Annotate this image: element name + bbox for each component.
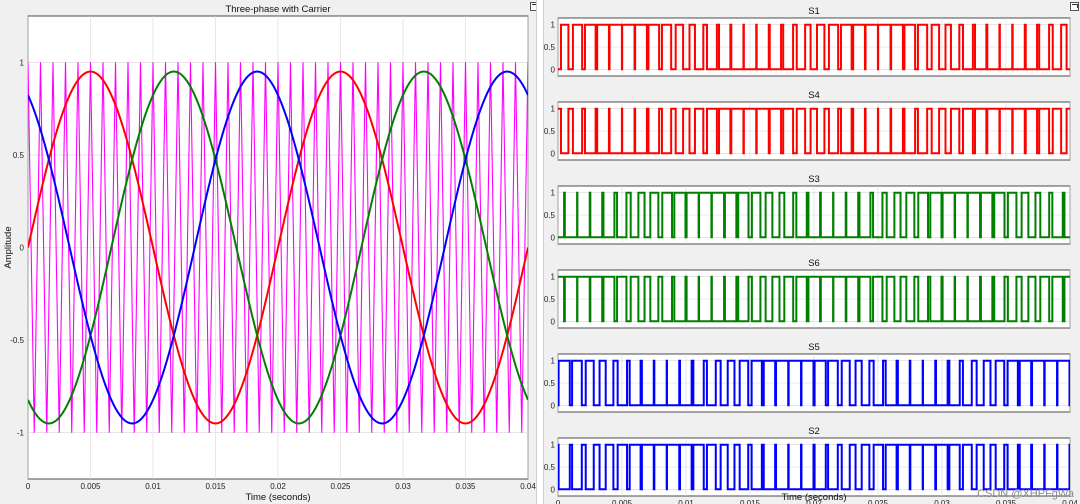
y-tick-label: 1	[551, 441, 556, 450]
gate-signals-chart: S1 0 0.5 1 S4 0 0.5 1 S3 0 0.5 1 S6 0 0.5 1 S5 0 0.5 1 S2 0 0.…	[544, 6, 1078, 504]
x-tick-label: 0.02	[270, 482, 286, 491]
three-phase-chart: Three-phase with Carrier 0 0.005 0.01 0.015 0…	[3, 4, 536, 503]
y-axis-label: Amplitude	[3, 226, 14, 268]
subplot-title: S4	[808, 90, 820, 101]
x-tick-label: 0.03	[395, 482, 411, 491]
x-tick-label: 0.01	[145, 482, 161, 491]
x-axis-label: Time (seconds)	[781, 492, 846, 503]
x-tick-label: 0.005	[80, 482, 101, 491]
y-tick-label: 0	[551, 401, 556, 410]
y-tick-label: 1	[20, 58, 25, 67]
y-tick-label: 0	[551, 233, 556, 242]
x-tick-label: 0.025	[868, 499, 889, 504]
y-tick-label: 0	[551, 149, 556, 158]
three-phase-scope-panel: Three-phase with Carrier 0 0.005 0.01 0.015 0…	[0, 0, 539, 504]
y-tick-label: 1	[551, 189, 556, 198]
y-tick-label: 0	[551, 317, 556, 326]
x-tick-label: 0.015	[740, 499, 761, 504]
x-tick-label: 0.005	[612, 499, 633, 504]
watermark-text: CSDN @XHPFgWa	[977, 488, 1074, 500]
undock-icon[interactable]	[1070, 2, 1079, 11]
x-tick-label: 0	[26, 482, 31, 491]
y-tick-label: 1	[551, 21, 556, 30]
x-axis-label: Time (seconds)	[245, 492, 310, 503]
subplot-title: S2	[808, 426, 820, 437]
chart-title: Three-phase with Carrier	[225, 4, 330, 15]
subplot-title: S1	[808, 6, 820, 17]
y-tick-label: 0.5	[544, 43, 556, 52]
y-tick-label: 0	[551, 485, 556, 494]
y-tick-label: -1	[17, 429, 25, 438]
subplot-title: S6	[808, 258, 820, 269]
y-tick-label: -0.5	[10, 336, 24, 345]
y-tick-label: 0.5	[544, 295, 556, 304]
x-tick-label: 0.01	[678, 499, 694, 504]
y-tick-label: 1	[551, 357, 556, 366]
gate-signals-scope-panel: S1 0 0.5 1 S4 0 0.5 1 S3 0 0.5 1 S6 0 0.5 1 S5 0 0.5 1 S2 0 0.…	[544, 0, 1080, 504]
scope-window: Three-phase with Carrier 0 0.005 0.01 0.015 0…	[0, 0, 1080, 504]
y-tick-label: 0.5	[544, 211, 556, 220]
y-tick-label: 0.5	[544, 463, 556, 472]
y-tick-label: 1	[551, 273, 556, 282]
y-tick-label: 1	[551, 105, 556, 114]
y-tick-label: 0.5	[544, 379, 556, 388]
x-tick-label: 0.035	[455, 482, 476, 491]
x-tick-label: 0.03	[934, 499, 950, 504]
x-tick-label: 0.04	[520, 482, 536, 491]
x-tick-label: 0	[556, 499, 561, 504]
y-tick-label: 0.5	[13, 151, 25, 160]
x-tick-label: 0.025	[330, 482, 351, 491]
subplot-title: S5	[808, 342, 820, 353]
y-tick-label: 0	[20, 244, 25, 253]
y-tick-label: 0.5	[544, 127, 556, 136]
splitter-handle[interactable]	[536, 0, 544, 504]
subplot-title: S3	[808, 174, 820, 185]
y-tick-label: 0	[551, 65, 556, 74]
x-tick-label: 0.015	[205, 482, 226, 491]
